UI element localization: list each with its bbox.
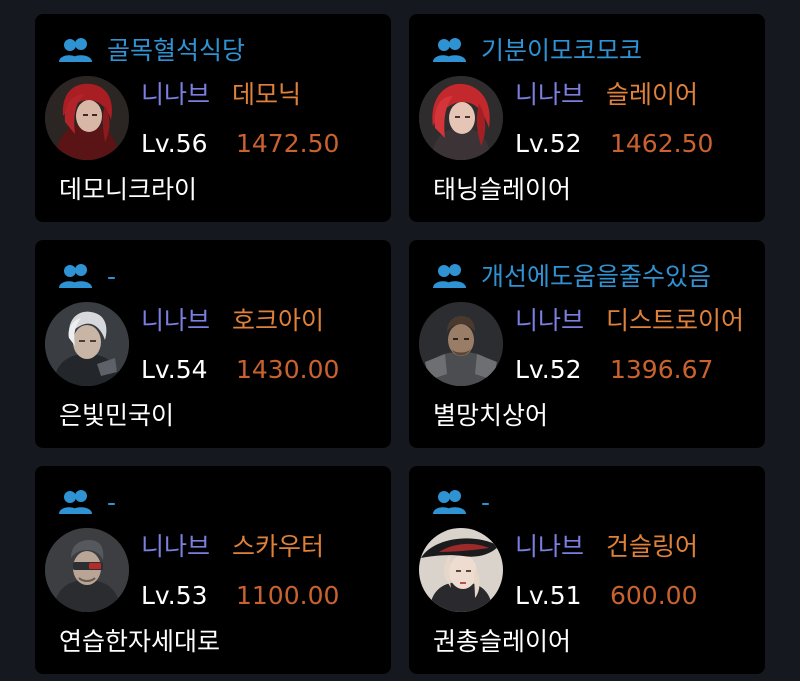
character-name[interactable]: 데모니크라이 <box>59 177 197 202</box>
guild-row: 골목혈석식당 <box>59 33 245 67</box>
character-level: Lv.56 <box>141 129 208 158</box>
guild-members-icon <box>433 263 469 289</box>
guild-name[interactable]: - <box>481 490 490 515</box>
class-name: 데모닉 <box>232 80 302 109</box>
server-name: 니나브 <box>515 80 585 109</box>
character-name[interactable]: 별망치상어 <box>433 403 548 428</box>
item-level: 1396.67 <box>610 355 714 384</box>
character-card[interactable]: - 니나브 호크아이 Lv.54 1430.00 은빛민국이 <box>35 240 391 448</box>
item-level: 1100.00 <box>236 581 340 610</box>
hat-woman-portrait <box>419 528 503 612</box>
class-name: 스카우터 <box>232 532 325 561</box>
item-level: 600.00 <box>610 581 698 610</box>
guild-name[interactable]: 골목혈석식당 <box>107 38 245 63</box>
item-level: 1430.00 <box>236 355 340 384</box>
character-card[interactable]: 개선에도움을줄수있음 니나브 디스트로이어 Lv.52 1396.67 별망치상… <box>409 240 765 448</box>
character-card[interactable]: - 니나브 스카우터 Lv.53 1100.00 연습한자세대로 <box>35 466 391 674</box>
item-level: 1472.50 <box>236 129 340 158</box>
guild-name[interactable]: 기분이모코모코 <box>481 38 642 63</box>
guild-name[interactable]: - <box>107 490 116 515</box>
server-name: 니나브 <box>515 532 585 561</box>
guild-members-icon <box>59 263 95 289</box>
character-grid: 골목혈석식당 니나브 데모닉 Lv.56 1472.50 데모니크라이 기분이모… <box>35 14 765 674</box>
character-name[interactable]: 은빛민국이 <box>59 403 174 428</box>
silver-hair-man-portrait <box>45 302 129 386</box>
server-name: 니나브 <box>141 306 211 335</box>
character-name[interactable]: 연습한자세대로 <box>59 629 220 654</box>
guild-name[interactable]: - <box>107 264 116 289</box>
server-name: 니나브 <box>141 80 211 109</box>
guild-name[interactable]: 개선에도움을줄수있음 <box>481 264 711 289</box>
character-level: Lv.51 <box>515 581 582 610</box>
character-card[interactable]: 골목혈석식당 니나브 데모닉 Lv.56 1472.50 데모니크라이 <box>35 14 391 222</box>
red-hair-woman-portrait <box>419 76 503 160</box>
character-card[interactable]: 기분이모코모코 니나브 슬레이어 Lv.52 1462.50 태닝슬레이어 <box>409 14 765 222</box>
guild-members-icon <box>59 489 95 515</box>
server-name: 니나브 <box>141 532 211 561</box>
red-hair-woman-portrait <box>45 76 129 160</box>
class-name: 슬레이어 <box>606 80 699 109</box>
class-name: 디스트로이어 <box>606 306 745 335</box>
character-card[interactable]: - 니나브 건슬링어 Lv.51 600.00 권총슬레이어 <box>409 466 765 674</box>
character-level: Lv.54 <box>141 355 208 384</box>
guild-members-icon <box>59 37 95 63</box>
visor-man-portrait <box>45 528 129 612</box>
character-level: Lv.52 <box>515 355 582 384</box>
guild-row: 기분이모코모코 <box>433 33 642 67</box>
character-list-page: 골목혈석식당 니나브 데모닉 Lv.56 1472.50 데모니크라이 기분이모… <box>0 0 800 681</box>
class-name: 건슬링어 <box>606 532 699 561</box>
guild-row: - <box>59 485 116 519</box>
item-level: 1462.50 <box>610 129 714 158</box>
guild-members-icon <box>433 37 469 63</box>
guild-row: - <box>433 485 490 519</box>
class-name: 호크아이 <box>232 306 325 335</box>
character-level: Lv.53 <box>141 581 208 610</box>
guild-row: 개선에도움을줄수있음 <box>433 259 711 293</box>
character-name[interactable]: 권총슬레이어 <box>433 629 571 654</box>
character-level: Lv.52 <box>515 129 582 158</box>
guild-members-icon <box>433 489 469 515</box>
character-name[interactable]: 태닝슬레이어 <box>433 177 571 202</box>
guild-row: - <box>59 259 116 293</box>
armored-man-portrait <box>419 302 503 386</box>
server-name: 니나브 <box>515 306 585 335</box>
